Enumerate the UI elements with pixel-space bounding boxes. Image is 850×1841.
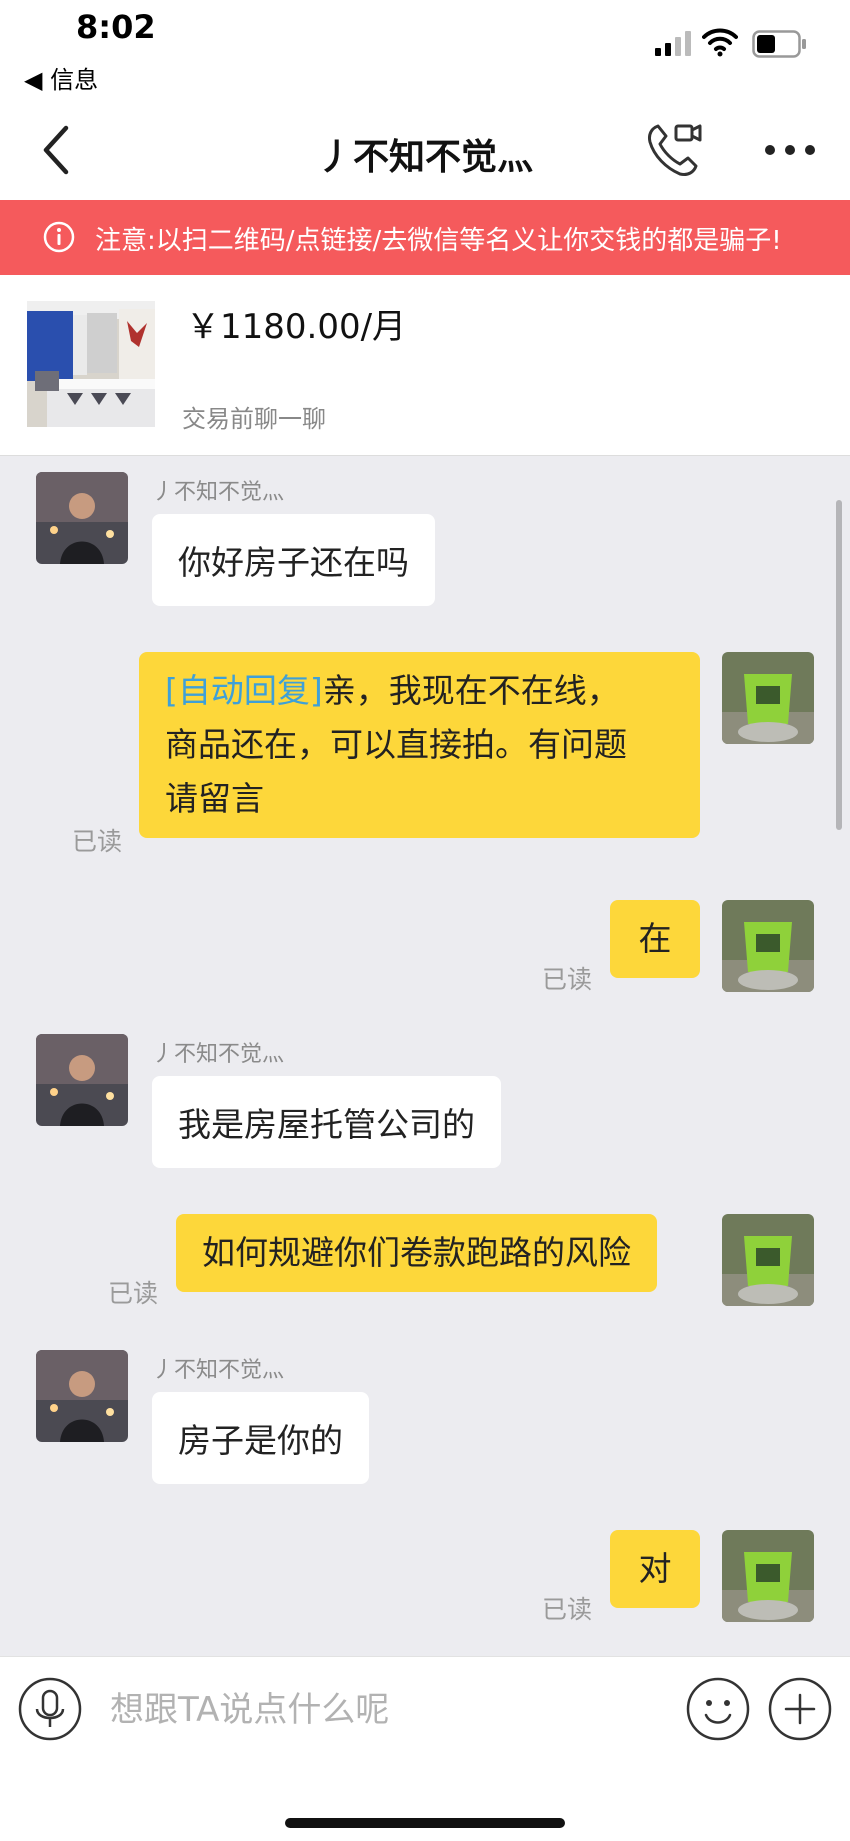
- nav-bar: 丿不知不觉灬: [0, 100, 850, 200]
- more-options-icon[interactable]: [760, 130, 820, 170]
- message-input-bar: [0, 1656, 850, 1762]
- message-line: 请留言: [165, 779, 264, 818]
- read-receipt: 已读: [108, 1279, 159, 1308]
- status-bar: 8:02 ◀ 信息: [0, 0, 850, 112]
- outgoing-message-bubble[interactable]: 对: [610, 1530, 700, 1608]
- microphone-icon[interactable]: [18, 1677, 82, 1741]
- outgoing-message-bubble[interactable]: 在: [610, 900, 700, 978]
- incoming-message-bubble[interactable]: 你好房子还在吗: [152, 514, 435, 606]
- read-receipt: 已读: [72, 827, 123, 856]
- outgoing-message-bubble[interactable]: 如何规避你们卷款跑路的风险: [176, 1214, 657, 1292]
- emoji-icon[interactable]: [686, 1677, 750, 1741]
- sender-name: 丿不知不觉灬: [152, 1042, 285, 1067]
- scam-warning-banner: 注意:以扫二维码/点链接/去微信等名义让你交钱的都是骗子!: [0, 200, 850, 275]
- sender-name: 丿不知不觉灬: [152, 1358, 285, 1383]
- read-receipt: 已读: [542, 1595, 593, 1624]
- other-user-avatar[interactable]: [36, 1034, 128, 1126]
- page-title: 丿不知不觉灬: [316, 137, 533, 178]
- outgoing-message-bubble[interactable]: [自动回复]亲，我现在不在线， 商品还在，可以直接拍。有问题 请留言: [139, 652, 700, 838]
- read-receipt: 已读: [542, 965, 593, 994]
- info-icon: [43, 221, 75, 253]
- message-line: [自动回复]亲，我现在不在线，: [165, 671, 620, 710]
- home-indicator[interactable]: [285, 1818, 565, 1828]
- product-thumbnail[interactable]: [27, 301, 155, 427]
- message-line: 商品还在，可以直接拍。有问题: [165, 725, 627, 764]
- incoming-message-bubble[interactable]: 房子是你的: [152, 1392, 369, 1484]
- phone-video-call-icon[interactable]: [644, 120, 702, 180]
- sender-name: 丿不知不觉灬: [152, 480, 285, 505]
- my-avatar[interactable]: [722, 1530, 814, 1622]
- chat-messages[interactable]: 丿不知不觉灬 你好房子还在吗 [自动回复]亲，我现在不在线， 商品还在，可以直接…: [0, 456, 850, 1656]
- my-avatar[interactable]: [722, 900, 814, 992]
- product-card[interactable]: ￥1180.00/月 交易前聊一聊: [0, 275, 850, 456]
- bottom-safe-area: [0, 1762, 850, 1841]
- warning-text: 注意:以扫二维码/点链接/去微信等名义让你交钱的都是骗子!: [95, 226, 782, 256]
- product-subtitle: 交易前聊一聊: [182, 405, 326, 433]
- plus-icon[interactable]: [768, 1677, 832, 1741]
- other-user-avatar[interactable]: [36, 1350, 128, 1442]
- chat-screen: 8:02 ◀ 信息 丿不知不觉灬 注意:以扫二维码/点链接/去微信等名义让你交钱…: [0, 0, 850, 1841]
- chat-scrollbar[interactable]: [836, 500, 842, 830]
- product-price: ￥1180.00/月: [186, 307, 407, 347]
- my-avatar[interactable]: [722, 652, 814, 744]
- auto-reply-tag: [自动回复]: [165, 671, 323, 710]
- back-to-app-link[interactable]: ◀ 信息: [24, 60, 98, 95]
- my-avatar[interactable]: [722, 1214, 814, 1306]
- signal-icon: [655, 31, 691, 56]
- status-time: 8:02: [76, 8, 156, 46]
- battery-icon: [752, 30, 806, 58]
- message-input[interactable]: [108, 1679, 672, 1741]
- other-user-avatar[interactable]: [36, 472, 128, 564]
- incoming-message-bubble[interactable]: 我是房屋托管公司的: [152, 1076, 501, 1168]
- wifi-icon: [702, 28, 738, 57]
